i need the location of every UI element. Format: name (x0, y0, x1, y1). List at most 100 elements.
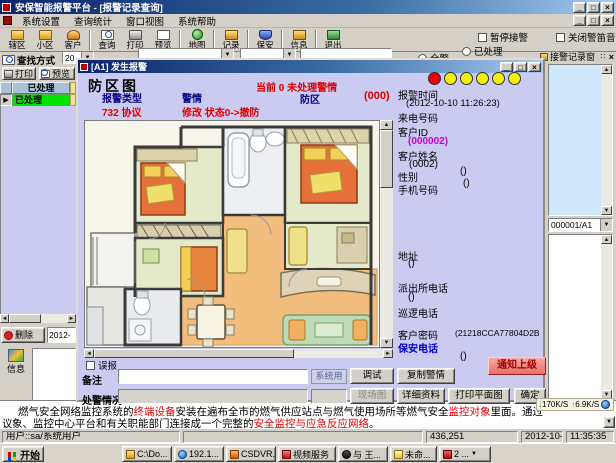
minimize-button[interactable]: _ (573, 2, 586, 13)
status-light-yellow (444, 72, 457, 85)
debug-button[interactable]: 调试 (350, 368, 394, 384)
scene-map-button: 现场图 (350, 388, 394, 404)
scroll-right-arrow[interactable]: ► (67, 314, 76, 323)
alarm-dialog: [A1] 发生报警 _ □ × 防区图 当前 0 未处理警情 报警时间 (201… (76, 58, 545, 402)
pause-alarm-checkbox[interactable]: 暂停接警 (478, 30, 528, 44)
binoculars-icon (2, 55, 15, 65)
child-close-button[interactable]: × (601, 15, 614, 26)
task-explorer[interactable]: C:\Do... (122, 446, 172, 462)
preview-records-button[interactable]: 预览 (39, 67, 75, 80)
task-video-service[interactable]: 视频服务 (278, 446, 336, 462)
restore-button[interactable]: □ (587, 2, 600, 13)
scroll-left-arrow[interactable]: ◄ (0, 314, 9, 323)
scroll-thumb[interactable] (9, 314, 41, 323)
status-count: 436,251 (426, 431, 518, 443)
dock-title-bar: 接警记录窗 ∷ × (540, 50, 614, 63)
alarm-type-label: 报警类型 (102, 90, 142, 105)
notify-superior-button[interactable]: 通知上级 (488, 357, 546, 375)
menu-window-view[interactable]: 窗口视图 (119, 13, 171, 29)
start-button[interactable]: 开始 (2, 446, 44, 462)
records-h-scrollbar[interactable]: ◄ ► (0, 314, 76, 323)
print-records-button[interactable]: 打印 (2, 67, 36, 80)
gender-value: () (460, 166, 467, 177)
zone-value: (000) (364, 90, 390, 102)
scroll-up-arrow[interactable]: ▲ (380, 120, 393, 130)
system-user-box: 系统用户 (311, 369, 347, 384)
address-value: () (408, 258, 415, 269)
dialog-restore-button[interactable]: □ (514, 62, 527, 72)
task-untitled[interactable]: 未命... (390, 446, 437, 462)
menu-system-help[interactable]: 系统帮助 (171, 13, 223, 29)
status-lights (428, 72, 524, 88)
map-h-scrollbar[interactable]: ◄ ► (84, 349, 393, 358)
status-user: 用户::sa/系统用户 (2, 431, 180, 443)
floor-plan-container (84, 120, 380, 348)
task-group-button[interactable]: 2 ...▼ (439, 446, 491, 462)
copy-alarm-button[interactable]: 复制警情 (397, 368, 455, 384)
dock-list-scrollbar[interactable]: ▲ ▼ (601, 65, 612, 215)
child-minimize-button[interactable]: _ (573, 15, 586, 26)
marquee-scroll-down[interactable]: ▼ (603, 416, 615, 428)
record-icon (225, 30, 238, 40)
district-icon (11, 30, 24, 40)
radio-processed[interactable]: 已处理 (462, 44, 503, 58)
task-remote-ip[interactable]: 192.1... (174, 446, 224, 462)
scroll-left-arrow[interactable]: ◄ (84, 349, 94, 358)
zone-combo[interactable]: 000001/A1▼ (548, 218, 613, 232)
toolbar-query-button[interactable]: 查询 (93, 28, 121, 51)
toolbar-separator (247, 30, 249, 50)
community-icon (39, 30, 52, 40)
toolbar-customer-button[interactable]: 客户 (59, 28, 87, 51)
status-bar: 用户::sa/系统用户 436,251 2012-10-10 11:35:35 (0, 428, 616, 443)
printer-icon (4, 70, 13, 78)
zone-label: 防区 (300, 91, 320, 106)
globe-icon (178, 450, 187, 459)
scroll-down-arrow[interactable]: ▼ (380, 338, 393, 348)
dock-close-button[interactable]: × (609, 52, 614, 62)
scroll-up-arrow[interactable]: ▲ (601, 65, 612, 74)
network-speed-widget[interactable]: ↓ 170K/S ↑ 6.9K/S (536, 398, 614, 411)
application-window: 安保智能报警平台 - [报警记录查询] _ □ × 系统设置 查询统计 窗口视图… (0, 0, 616, 463)
false-alarm-checkbox[interactable]: 误报 (86, 358, 117, 372)
police-phone-label: 派出所电话 (398, 280, 448, 295)
caller-number-label: 来电号码 (398, 110, 438, 125)
scroll-thumb[interactable] (380, 130, 393, 188)
child-restore-button[interactable]: □ (587, 15, 600, 26)
scroll-thumb[interactable] (94, 349, 294, 358)
table-row-processed[interactable]: 已处理 (12, 94, 70, 106)
menu-query-stats[interactable]: 查询统计 (67, 13, 119, 29)
date-field[interactable]: 2012-10 (47, 327, 76, 343)
dialog-close-button[interactable]: × (528, 62, 541, 72)
info-blank-panel (32, 348, 76, 402)
scroll-up-arrow[interactable]: ▲ (601, 235, 612, 244)
toolbar-community-button[interactable]: 小区 (31, 28, 59, 51)
info-panel-button[interactable]: 信息 (1, 349, 31, 381)
print-floorplan-button[interactable]: 打印平面图 (448, 388, 510, 404)
menu-system-settings[interactable]: 系统设置 (15, 13, 67, 29)
close-button[interactable]: × (601, 2, 614, 13)
dock-pin-button[interactable]: ∷ (601, 52, 606, 61)
delete-button[interactable]: 删除 (1, 327, 45, 343)
remark-input[interactable] (118, 369, 308, 384)
guard-phone-label: 保安电话 (398, 340, 438, 355)
toolbar-district-button[interactable]: 辖区 (3, 28, 31, 51)
status-time: 11:35:35 (566, 431, 614, 443)
status-light-yellow (492, 72, 505, 85)
handle-situation-input[interactable] (118, 389, 308, 404)
detail-info-button[interactable]: 详细资料 (397, 388, 445, 404)
task-csdvr[interactable]: CSDVR... (226, 446, 276, 462)
table-header-processed[interactable]: 已处理 (12, 82, 70, 94)
scroll-right-arrow[interactable]: ► (383, 349, 393, 358)
task-chat[interactable]: 与 王... (338, 446, 388, 462)
toolbar-separator (179, 30, 181, 50)
dialog-minimize-button[interactable]: _ (500, 62, 513, 72)
map-v-scrollbar[interactable]: ▲ ▼ (380, 120, 393, 348)
scroll-down-arrow[interactable]: ▼ (601, 206, 612, 215)
records-list-area[interactable] (0, 106, 76, 314)
status-light-yellow (508, 72, 521, 85)
group-app-icon (443, 450, 452, 459)
mute-siren-checkbox[interactable]: 关闭警笛音 (556, 30, 616, 44)
dock-lower-scrollbar[interactable]: ▲ ▼ (601, 235, 612, 399)
dvr-icon (230, 450, 239, 459)
dialog-title: [A1] 发生报警 (91, 60, 147, 73)
